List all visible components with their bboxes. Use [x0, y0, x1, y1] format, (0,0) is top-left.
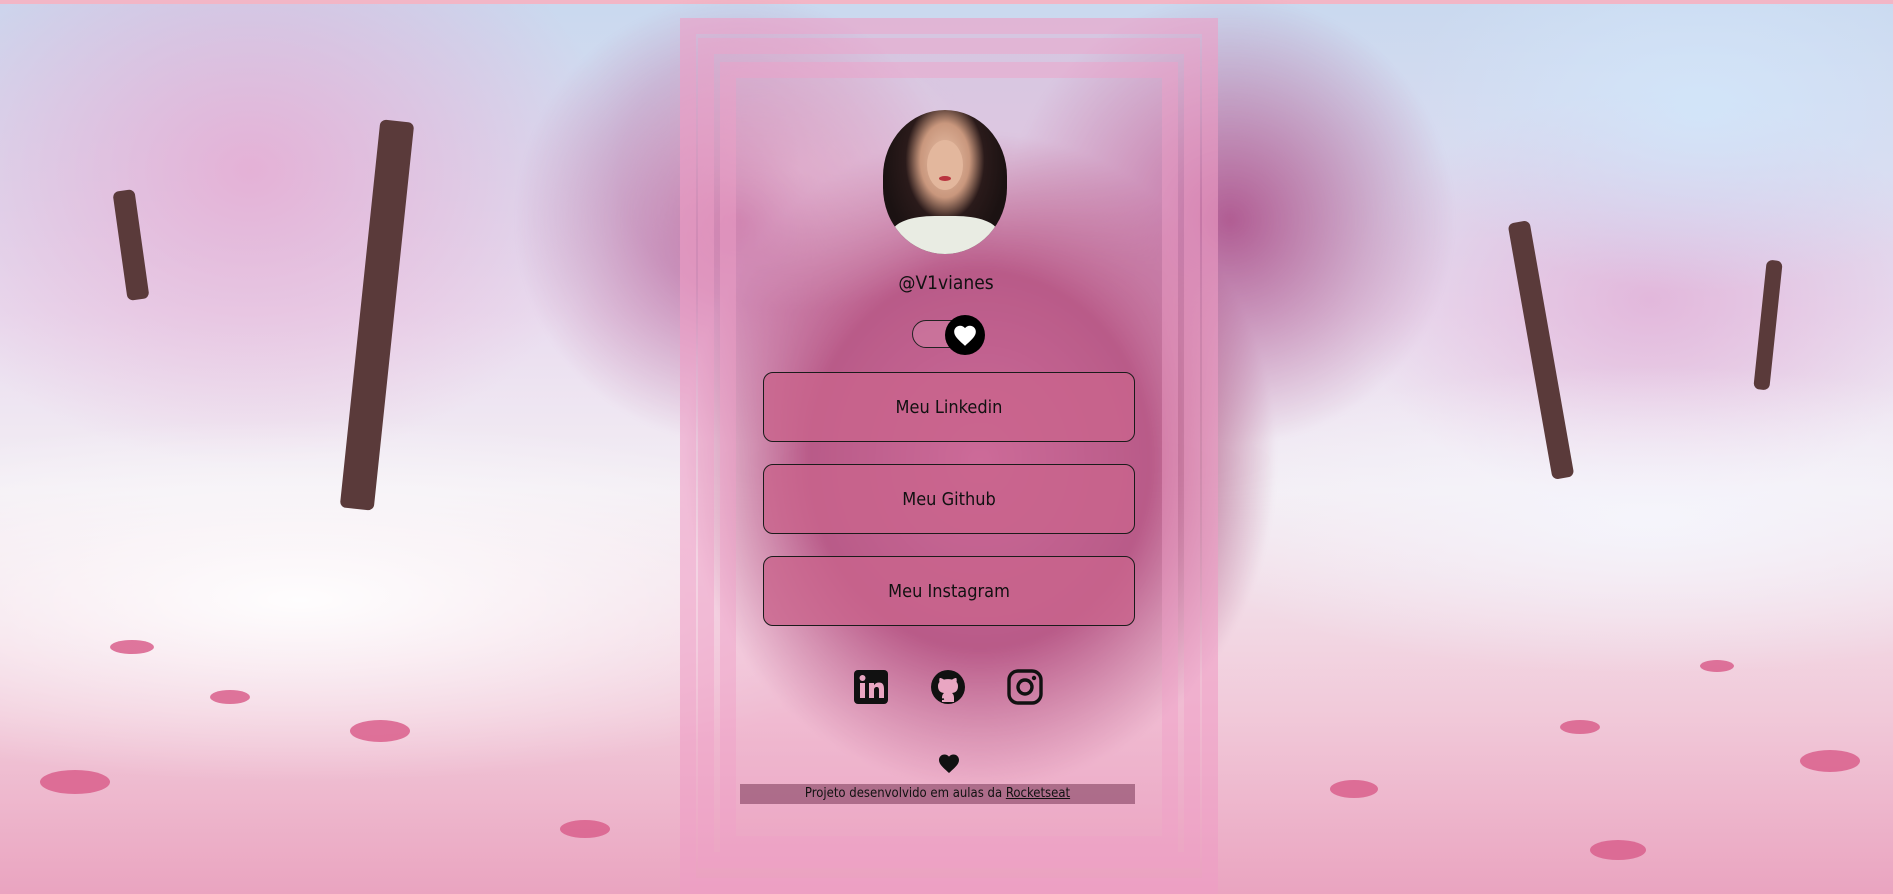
github-button[interactable]: Meu Github: [763, 464, 1135, 534]
rocketseat-link[interactable]: Rocketseat: [1006, 786, 1070, 801]
avatar: [883, 110, 1007, 254]
avatar-shirt: [893, 216, 997, 254]
avatar-face: [927, 140, 963, 190]
github-icon[interactable]: [929, 668, 967, 706]
petal: [1800, 750, 1860, 772]
social-links: [852, 668, 1044, 708]
petal: [1590, 840, 1646, 860]
instagram-button[interactable]: Meu Instagram: [763, 556, 1135, 626]
petal: [560, 820, 610, 838]
petal: [350, 720, 410, 742]
avatar-lips: [939, 176, 951, 181]
petal: [1700, 660, 1734, 672]
profile-handle: @V1vianes: [898, 272, 994, 294]
linkedin-button[interactable]: Meu Linkedin: [763, 372, 1135, 442]
footer-text: Projeto desenvolvido em aulas da: [804, 786, 1003, 801]
petal: [1560, 720, 1600, 734]
heart-icon: [939, 754, 959, 773]
theme-toggle-knob[interactable]: [945, 315, 985, 355]
petal: [1330, 780, 1378, 798]
instagram-icon[interactable]: [1006, 668, 1044, 706]
linkedin-icon[interactable]: [852, 668, 890, 706]
heart-icon: [954, 325, 976, 346]
petal: [210, 690, 250, 704]
petal: [40, 770, 110, 794]
petal: [110, 640, 154, 654]
footer-credits: Projeto desenvolvido em aulas da Rockets…: [740, 784, 1135, 804]
